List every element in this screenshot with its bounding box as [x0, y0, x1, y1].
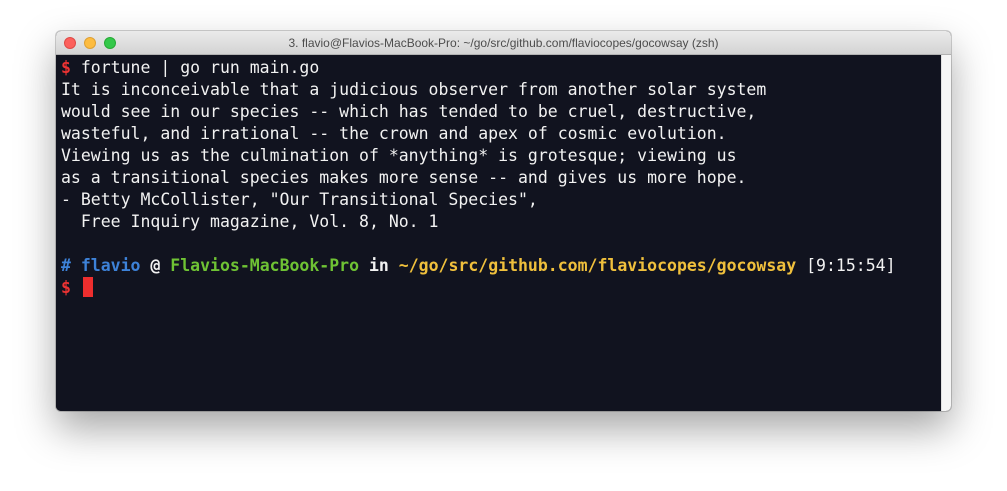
command-text: fortune | go run main.go — [70, 58, 320, 77]
prompt-line: # flavio @ Flavios-MacBook-Pro in ~/go/s… — [61, 255, 941, 277]
output-line: would see in our species -- which has te… — [61, 102, 757, 121]
output-line: wasteful, and irrational -- the crown an… — [61, 124, 727, 143]
text-cursor — [82, 277, 93, 297]
input-prompt-symbol: $ — [61, 278, 71, 297]
prompt-time: [9:15:54] — [806, 256, 896, 275]
output-line: - Betty McCollister, "Our Transitional S… — [61, 190, 538, 209]
output-line: It is inconceivable that a judicious obs… — [61, 80, 767, 99]
prompt-host: Flavios-MacBook-Pro — [170, 256, 360, 275]
output-line: as a transitional species makes more sen… — [61, 168, 747, 187]
prompt-path: ~/go/src/github.com/flaviocopes/gocowsay — [398, 256, 797, 275]
terminal-content[interactable]: $ fortune | go run main.go It is inconcei… — [56, 55, 941, 411]
input-line[interactable]: $ — [61, 277, 941, 299]
prompt-user: flavio — [80, 256, 141, 275]
scrollbar[interactable] — [941, 55, 951, 411]
command-line: $ fortune | go run main.go — [61, 57, 941, 79]
title-bar[interactable]: 3. flavio@Flavios-MacBook-Pro: ~/go/src/… — [56, 31, 951, 55]
prompt-in: in — [368, 256, 389, 275]
prompt-hash: # — [61, 256, 71, 275]
terminal-window: 3. flavio@Flavios-MacBook-Pro: ~/go/src/… — [56, 31, 951, 411]
output-line: Viewing us as the culmination of *anythi… — [61, 146, 737, 165]
window-title: 3. flavio@Flavios-MacBook-Pro: ~/go/src/… — [288, 36, 719, 50]
output-line: Free Inquiry magazine, Vol. 8, No. 1 — [61, 212, 439, 231]
prompt-symbol: $ — [61, 58, 71, 77]
prompt-at: @ — [150, 256, 161, 275]
